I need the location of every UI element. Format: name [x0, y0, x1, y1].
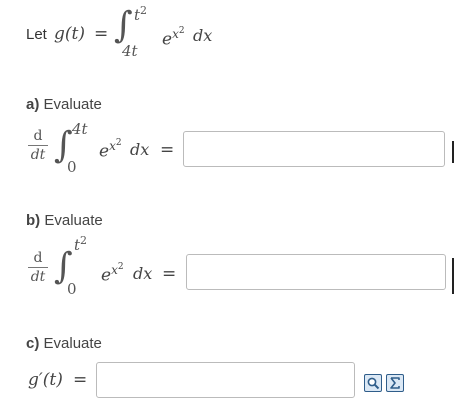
part-b-label: b) Evaluate — [26, 212, 103, 229]
derivative-lhs: g′(t) — [28, 370, 63, 390]
upper-limit: 4t — [72, 120, 88, 138]
lower-limit: 4t — [122, 42, 138, 60]
differential: dx — [133, 264, 153, 283]
integrand: ex2 — [101, 262, 124, 286]
differential: dx — [193, 26, 213, 45]
equals-sign: = — [162, 264, 177, 284]
integrand: ex2 — [162, 26, 185, 50]
lower-limit: 0 — [67, 158, 77, 176]
preview-button[interactable] — [364, 374, 382, 392]
definition-func: g(t) — [54, 24, 85, 44]
part-c-label: c) Evaluate — [26, 335, 102, 352]
upper-limit: t2 — [74, 234, 88, 254]
definition-prefix: Let — [26, 26, 47, 43]
part-b-tool-edge — [452, 258, 454, 294]
lower-limit: 0 — [67, 280, 77, 298]
derivative-operator: d dt — [28, 128, 48, 163]
definition-equals: = — [94, 24, 109, 44]
equation-editor-button[interactable] — [386, 374, 404, 392]
answer-a-input[interactable] — [183, 131, 445, 167]
magnifier-preview-icon — [367, 377, 380, 390]
part-a-label: a) Evaluate — [26, 96, 102, 113]
integral-sign: ∫ — [114, 5, 133, 46]
equals-sign: = — [160, 140, 175, 160]
differential: dx — [130, 140, 150, 159]
integrand: ex2 — [99, 138, 122, 162]
equals-sign: = — [73, 370, 88, 390]
sigma-equation-icon — [390, 377, 400, 389]
answer-b-input[interactable] — [186, 254, 446, 290]
part-a-tool-edge — [452, 141, 454, 163]
derivative-operator: d dt — [28, 250, 48, 285]
upper-limit: t2 — [134, 4, 148, 24]
answer-c-input[interactable] — [96, 362, 355, 398]
